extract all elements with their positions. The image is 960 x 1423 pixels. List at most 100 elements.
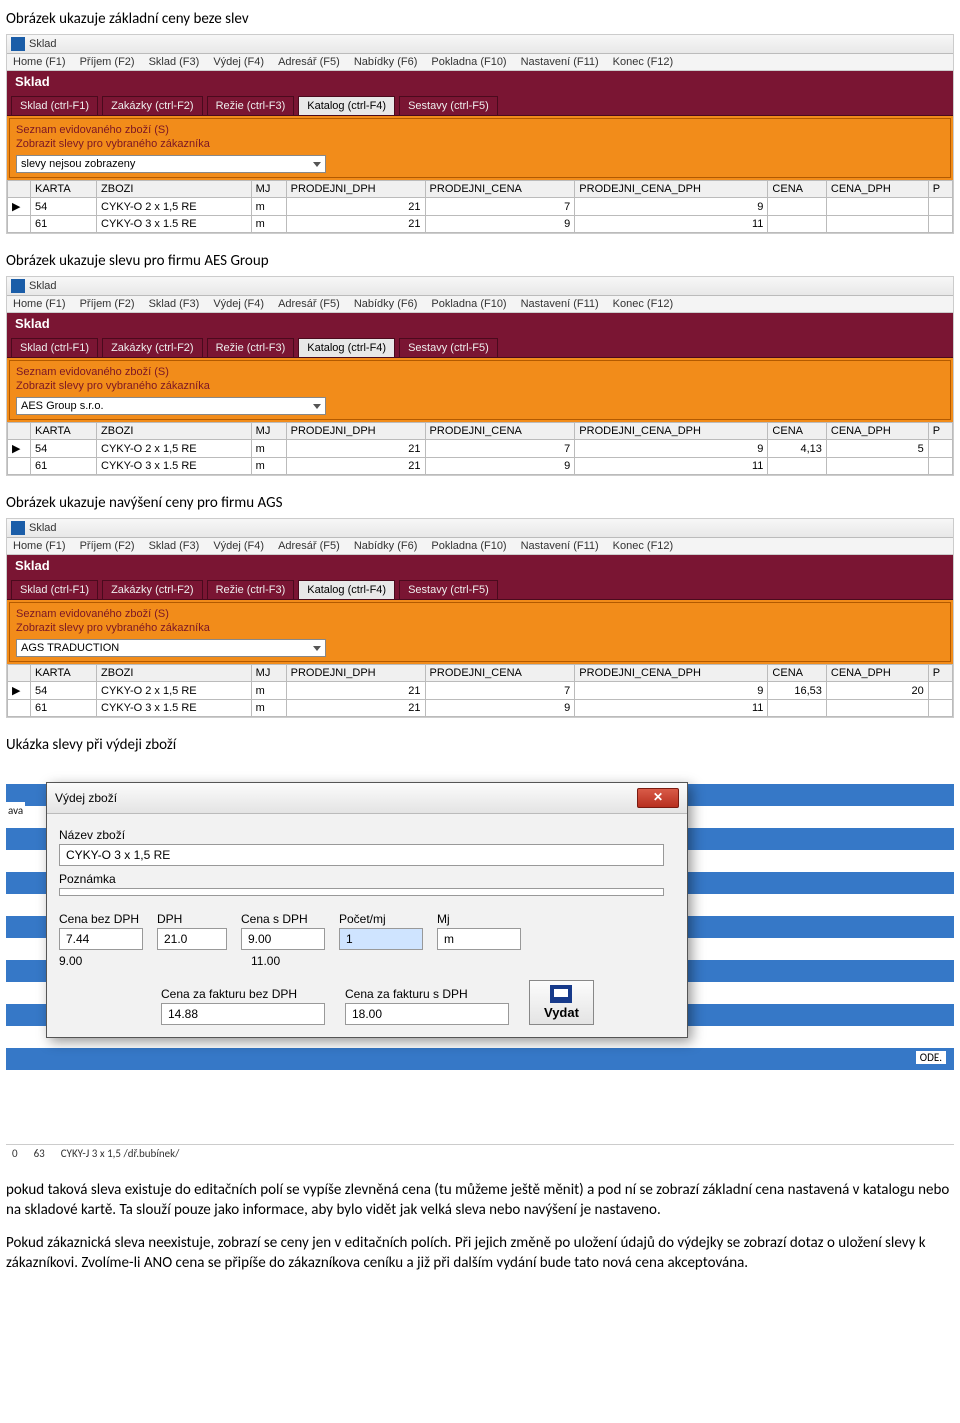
- menu-konec[interactable]: Konec (F12): [613, 298, 674, 310]
- col-karta[interactable]: KARTA: [31, 181, 97, 198]
- table-row[interactable]: 61 CYKY-O 3 x 1.5 RE m 21 9 11: [8, 700, 953, 717]
- col-prodejni-dph[interactable]: PRODEJNI_DPH: [286, 423, 425, 440]
- col-prodejni-dph[interactable]: PRODEJNI_DPH: [286, 665, 425, 682]
- col-p[interactable]: P: [928, 181, 952, 198]
- col-prodejni-cena-dph[interactable]: PRODEJNI_CENA_DPH: [575, 181, 768, 198]
- price-table[interactable]: KARTA ZBOZI MJ PRODEJNI_DPH PRODEJNI_CEN…: [7, 422, 953, 475]
- col-cena-dph[interactable]: CENA_DPH: [826, 181, 928, 198]
- sub-tabs[interactable]: Sklad (ctrl-F1) Zakázky (ctrl-F2) Režie …: [7, 334, 953, 358]
- table-row[interactable]: ▶ 54 CYKY-O 2 x 1,5 RE m 21 7 9 4,13 5: [8, 440, 953, 458]
- cena-s-dph-input[interactable]: 9.00: [241, 928, 325, 950]
- tab-sklad[interactable]: Sklad (ctrl-F1): [11, 580, 98, 599]
- customer-combo[interactable]: slevy nejsou zobrazeny: [16, 155, 326, 173]
- menu-adresar[interactable]: Adresář (F5): [278, 56, 340, 68]
- name-input[interactable]: CYKY-O 3 x 1,5 RE: [59, 844, 664, 866]
- col-zbozi[interactable]: ZBOZI: [97, 181, 252, 198]
- tab-katalog[interactable]: Katalog (ctrl-F4): [298, 338, 395, 357]
- menu-pokladna[interactable]: Pokladna (F10): [431, 298, 506, 310]
- menu-nabidky[interactable]: Nabídky (F6): [354, 540, 418, 552]
- col-cena[interactable]: CENA: [768, 181, 826, 198]
- tab-sklad[interactable]: Sklad (ctrl-F1): [11, 96, 98, 115]
- menu-vydej[interactable]: Výdej (F4): [213, 540, 264, 552]
- menu-sklad[interactable]: Sklad (F3): [149, 298, 200, 310]
- menu-prijem[interactable]: Příjem (F2): [80, 56, 135, 68]
- sub-tabs[interactable]: Sklad (ctrl-F1) Zakázky (ctrl-F2) Režie …: [7, 576, 953, 600]
- menu-adresar[interactable]: Adresář (F5): [278, 540, 340, 552]
- customer-combo[interactable]: AGS TRADUCTION: [16, 639, 326, 657]
- menu-konec[interactable]: Konec (F12): [613, 540, 674, 552]
- table-row[interactable]: 61 CYKY-O 3 x 1.5 RE m 21 9 11: [8, 458, 953, 475]
- table-row[interactable]: 61 CYKY-O 3 x 1.5 RE m 21 9 11: [8, 216, 953, 233]
- tab-sestavy[interactable]: Sestavy (ctrl-F5): [399, 580, 498, 599]
- price-table[interactable]: KARTA ZBOZI MJ PRODEJNI_DPH PRODEJNI_CEN…: [7, 664, 953, 717]
- main-menu[interactable]: Home (F1) Příjem (F2) Sklad (F3) Výdej (…: [7, 54, 953, 71]
- menu-nabidky[interactable]: Nabídky (F6): [354, 56, 418, 68]
- tab-sklad[interactable]: Sklad (ctrl-F1): [11, 338, 98, 357]
- col-zbozi[interactable]: ZBOZI: [97, 665, 252, 682]
- menu-pokladna[interactable]: Pokladna (F10): [431, 540, 506, 552]
- col-karta[interactable]: KARTA: [31, 665, 97, 682]
- col-prodejni-cena[interactable]: PRODEJNI_CENA: [425, 423, 575, 440]
- menu-prijem[interactable]: Příjem (F2): [80, 540, 135, 552]
- menu-home[interactable]: Home (F1): [13, 540, 66, 552]
- customer-combo[interactable]: AES Group s.r.o.: [16, 397, 326, 415]
- col-prodejni-cena-dph[interactable]: PRODEJNI_CENA_DPH: [575, 423, 768, 440]
- menu-nastaveni[interactable]: Nastavení (F11): [521, 56, 599, 68]
- menu-vydej[interactable]: Výdej (F4): [213, 298, 264, 310]
- col-mj[interactable]: MJ: [251, 423, 286, 440]
- col-cena-dph[interactable]: CENA_DPH: [826, 423, 928, 440]
- menu-vydej[interactable]: Výdej (F4): [213, 56, 264, 68]
- note-input[interactable]: [59, 888, 664, 896]
- menu-prijem[interactable]: Příjem (F2): [80, 298, 135, 310]
- tab-rezie[interactable]: Režie (ctrl-F3): [207, 580, 295, 599]
- mj-input[interactable]: m: [437, 928, 521, 950]
- table-row[interactable]: ▶ 54 CYKY-O 2 x 1,5 RE m 21 7 9: [8, 198, 953, 216]
- pocet-input[interactable]: 1: [339, 928, 423, 950]
- menu-home[interactable]: Home (F1): [13, 298, 66, 310]
- menu-pokladna[interactable]: Pokladna (F10): [431, 56, 506, 68]
- menu-sklad[interactable]: Sklad (F3): [149, 56, 200, 68]
- cena-bez-dph-input[interactable]: 7.44: [59, 928, 143, 950]
- tab-katalog[interactable]: Katalog (ctrl-F4): [298, 580, 395, 599]
- price-table[interactable]: KARTA ZBOZI MJ PRODEJNI_DPH PRODEJNI_CEN…: [7, 180, 953, 233]
- table-row[interactable]: ▶ 54 CYKY-O 2 x 1,5 RE m 21 7 9 16,53 20: [8, 682, 953, 700]
- col-prodejni-cena[interactable]: PRODEJNI_CENA: [425, 665, 575, 682]
- col-cena[interactable]: CENA: [768, 665, 826, 682]
- menu-nastaveni[interactable]: Nastavení (F11): [521, 540, 599, 552]
- tab-zakazky[interactable]: Zakázky (ctrl-F2): [102, 338, 203, 357]
- tab-katalog[interactable]: Katalog (ctrl-F4): [298, 96, 395, 115]
- tab-zakazky[interactable]: Zakázky (ctrl-F2): [102, 580, 203, 599]
- menu-adresar[interactable]: Adresář (F5): [278, 298, 340, 310]
- faktura-s-input[interactable]: 18.00: [345, 1003, 509, 1025]
- col-mj[interactable]: MJ: [251, 665, 286, 682]
- col-mj[interactable]: MJ: [251, 181, 286, 198]
- tab-zakazky[interactable]: Zakázky (ctrl-F2): [102, 96, 203, 115]
- menu-home[interactable]: Home (F1): [13, 56, 66, 68]
- col-p[interactable]: P: [928, 665, 952, 682]
- menu-sklad[interactable]: Sklad (F3): [149, 540, 200, 552]
- col-prodejni-dph[interactable]: PRODEJNI_DPH: [286, 181, 425, 198]
- faktura-bez-input[interactable]: 14.88: [161, 1003, 325, 1025]
- label-pocet: Počet/mj: [339, 912, 423, 926]
- close-button[interactable]: ✕: [637, 788, 679, 808]
- menu-nastaveni[interactable]: Nastavení (F11): [521, 298, 599, 310]
- vydat-button[interactable]: Vydat: [529, 980, 594, 1025]
- menu-konec[interactable]: Konec (F12): [613, 56, 674, 68]
- col-prodejni-cena[interactable]: PRODEJNI_CENA: [425, 181, 575, 198]
- col-p[interactable]: P: [928, 423, 952, 440]
- col-prodejni-cena-dph[interactable]: PRODEJNI_CENA_DPH: [575, 665, 768, 682]
- tab-sestavy[interactable]: Sestavy (ctrl-F5): [399, 338, 498, 357]
- tab-rezie[interactable]: Režie (ctrl-F3): [207, 338, 295, 357]
- col-cena[interactable]: CENA: [768, 423, 826, 440]
- col-cena-dph[interactable]: CENA_DPH: [826, 665, 928, 682]
- sub-tabs[interactable]: Sklad (ctrl-F1) Zakázky (ctrl-F2) Režie …: [7, 92, 953, 116]
- tab-rezie[interactable]: Režie (ctrl-F3): [207, 96, 295, 115]
- col-karta[interactable]: KARTA: [31, 423, 97, 440]
- col-zbozi[interactable]: ZBOZI: [97, 423, 252, 440]
- menu-nabidky[interactable]: Nabídky (F6): [354, 298, 418, 310]
- main-menu[interactable]: Home (F1) Příjem (F2) Sklad (F3) Výdej (…: [7, 296, 953, 313]
- tab-sestavy[interactable]: Sestavy (ctrl-F5): [399, 96, 498, 115]
- dph-select[interactable]: 21.0: [157, 928, 227, 950]
- dialog-titlebar[interactable]: Výdej zboží ✕: [47, 783, 687, 814]
- main-menu[interactable]: Home (F1) Příjem (F2) Sklad (F3) Výdej (…: [7, 538, 953, 555]
